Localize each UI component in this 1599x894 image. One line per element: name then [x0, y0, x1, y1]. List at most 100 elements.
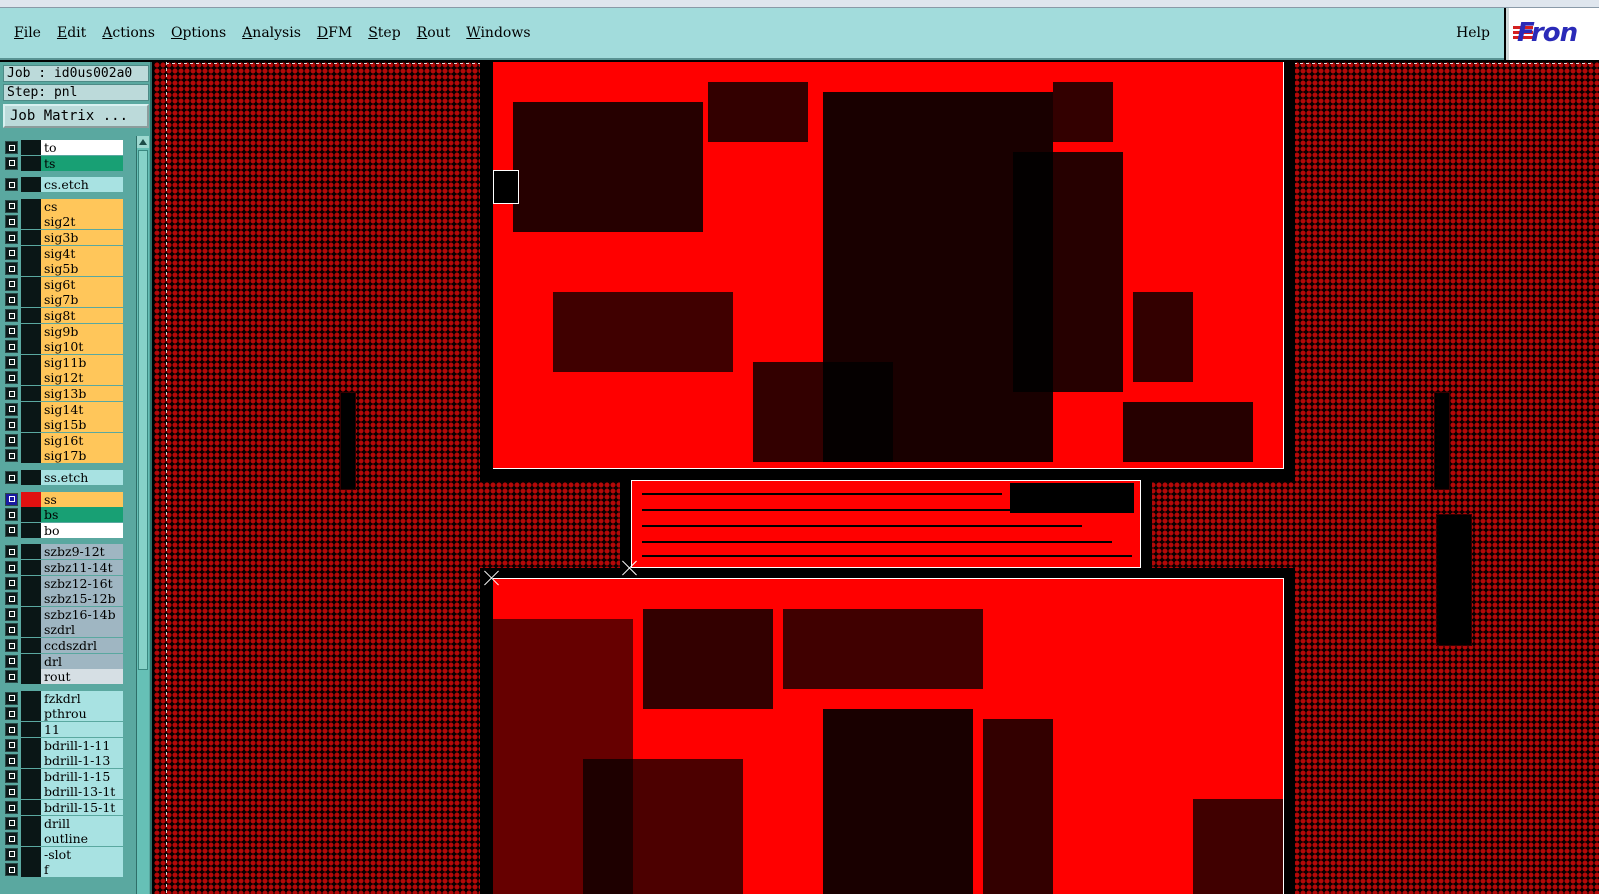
layer-name[interactable]: f — [41, 862, 123, 878]
layer-color-swatch[interactable] — [21, 470, 41, 485]
layer-row[interactable]: sig7b — [5, 292, 123, 308]
layer-row[interactable]: drl — [5, 653, 123, 669]
layer-name[interactable]: outline — [41, 831, 123, 847]
layer-color-swatch[interactable] — [21, 448, 41, 464]
layer-row[interactable]: drill — [5, 815, 123, 831]
layer-row[interactable]: bdrill-1-11 — [5, 737, 123, 753]
layer-row[interactable]: bdrill-1-15 — [5, 768, 123, 784]
layer-row[interactable]: sig14t — [5, 401, 123, 417]
layer-name[interactable]: rout — [41, 669, 123, 685]
layer-checkbox[interactable] — [5, 231, 18, 244]
layer-row[interactable]: szbz9-12t — [5, 544, 123, 560]
layer-checkbox[interactable] — [5, 707, 18, 721]
layer-color-swatch[interactable] — [21, 386, 41, 401]
layer-color-swatch[interactable] — [21, 432, 41, 448]
layer-checkbox[interactable] — [5, 801, 18, 814]
layer-name[interactable]: sig7b — [41, 292, 123, 308]
layer-color-swatch[interactable] — [21, 370, 41, 386]
layer-row[interactable]: sig4t — [5, 245, 123, 261]
layer-name[interactable]: sig13b — [41, 386, 123, 401]
layer-name[interactable]: szbz11-14t — [41, 560, 123, 575]
menu-help[interactable]: Help — [1456, 25, 1490, 41]
graphics-canvas[interactable] — [154, 62, 1599, 894]
layer-row[interactable]: bdrill-13-1t — [5, 784, 123, 800]
layer-row[interactable]: sig3b — [5, 230, 123, 245]
layer-name[interactable]: szdrl — [41, 622, 123, 638]
layer-color-swatch[interactable] — [21, 491, 41, 507]
layer-checkbox[interactable] — [5, 561, 18, 574]
scroll-thumb[interactable] — [138, 150, 148, 670]
layer-name[interactable]: bo — [41, 522, 123, 538]
layer-row[interactable]: bdrill-15-1t — [5, 800, 123, 815]
layer-name[interactable]: sig12t — [41, 370, 123, 386]
layer-checkbox[interactable] — [5, 816, 18, 830]
layer-row[interactable]: cs.etch — [5, 177, 123, 193]
layer-color-swatch[interactable] — [21, 753, 41, 769]
layer-color-swatch[interactable] — [21, 591, 41, 607]
layer-color-swatch[interactable] — [21, 401, 41, 417]
scroll-up-icon[interactable] — [137, 136, 149, 148]
layer-color-swatch[interactable] — [21, 831, 41, 847]
layer-checkbox[interactable] — [5, 863, 18, 877]
layer-name[interactable]: sig9b — [41, 323, 123, 339]
layer-color-swatch[interactable] — [21, 522, 41, 538]
layer-checkbox[interactable] — [5, 785, 18, 799]
layer-row[interactable]: rout — [5, 669, 123, 685]
layer-row[interactable]: sig12t — [5, 370, 123, 386]
layer-checkbox[interactable] — [5, 471, 18, 484]
menu-file[interactable]: File — [6, 25, 49, 41]
layer-checkbox[interactable] — [5, 607, 18, 621]
layer-row[interactable]: sig6t — [5, 276, 123, 292]
layer-row[interactable]: bo — [5, 522, 123, 538]
layer-row[interactable]: szbz12-16t — [5, 575, 123, 591]
layer-name[interactable]: pthrou — [41, 706, 123, 722]
layer-color-swatch[interactable] — [21, 737, 41, 753]
layer-color-swatch[interactable] — [21, 198, 41, 214]
layer-name[interactable]: szbz9-12t — [41, 544, 123, 560]
layer-name[interactable]: sig6t — [41, 276, 123, 292]
layer-color-swatch[interactable] — [21, 653, 41, 669]
layer-name[interactable]: bdrill-13-1t — [41, 784, 123, 800]
layer-name[interactable]: szbz16-14b — [41, 606, 123, 622]
layer-name[interactable]: bdrill-1-11 — [41, 737, 123, 753]
menu-analysis[interactable]: Analysis — [234, 25, 309, 41]
layer-checkbox[interactable] — [5, 832, 18, 846]
layer-checkbox[interactable] — [5, 156, 18, 170]
layer-checkbox[interactable] — [5, 418, 18, 432]
layer-row[interactable]: szdrl — [5, 622, 123, 638]
menu-windows[interactable]: Windows — [458, 25, 538, 41]
layer-name[interactable]: -slot — [41, 846, 123, 862]
layer-checkbox[interactable] — [5, 847, 18, 861]
layer-color-swatch[interactable] — [21, 690, 41, 706]
layer-color-swatch[interactable] — [21, 230, 41, 245]
layer-name[interactable]: cs.etch — [41, 177, 123, 193]
layer-checkbox[interactable] — [5, 769, 18, 783]
layer-row[interactable]: sig9b — [5, 323, 123, 339]
layer-name[interactable]: sig10t — [41, 339, 123, 355]
layer-name[interactable]: sig5b — [41, 261, 123, 277]
layer-color-swatch[interactable] — [21, 261, 41, 277]
layer-name[interactable]: drl — [41, 653, 123, 669]
layer-checkbox[interactable] — [5, 433, 18, 447]
layer-row[interactable]: sig11b — [5, 354, 123, 370]
layer-color-swatch[interactable] — [21, 606, 41, 622]
layer-color-swatch[interactable] — [21, 323, 41, 339]
layer-checkbox[interactable] — [5, 324, 18, 338]
layer-checkbox[interactable] — [5, 387, 18, 400]
layer-name[interactable]: ss — [41, 491, 123, 507]
menu-options[interactable]: Options — [163, 25, 234, 41]
layer-color-swatch[interactable] — [21, 155, 41, 171]
layer-checkbox[interactable] — [5, 293, 18, 307]
layer-row[interactable]: to — [5, 140, 123, 155]
layer-row[interactable]: sig2t — [5, 214, 123, 230]
layer-color-swatch[interactable] — [21, 245, 41, 261]
layer-row[interactable]: outline — [5, 831, 123, 847]
layer-checkbox[interactable] — [5, 723, 18, 736]
layer-checkbox[interactable] — [5, 508, 18, 522]
layer-name[interactable]: cs — [41, 198, 123, 214]
layer-color-swatch[interactable] — [21, 276, 41, 292]
layer-row[interactable]: cs — [5, 198, 123, 214]
layer-color-swatch[interactable] — [21, 214, 41, 230]
job-matrix-button[interactable]: Job Matrix ... — [3, 104, 149, 128]
layer-checkbox[interactable] — [5, 576, 18, 590]
